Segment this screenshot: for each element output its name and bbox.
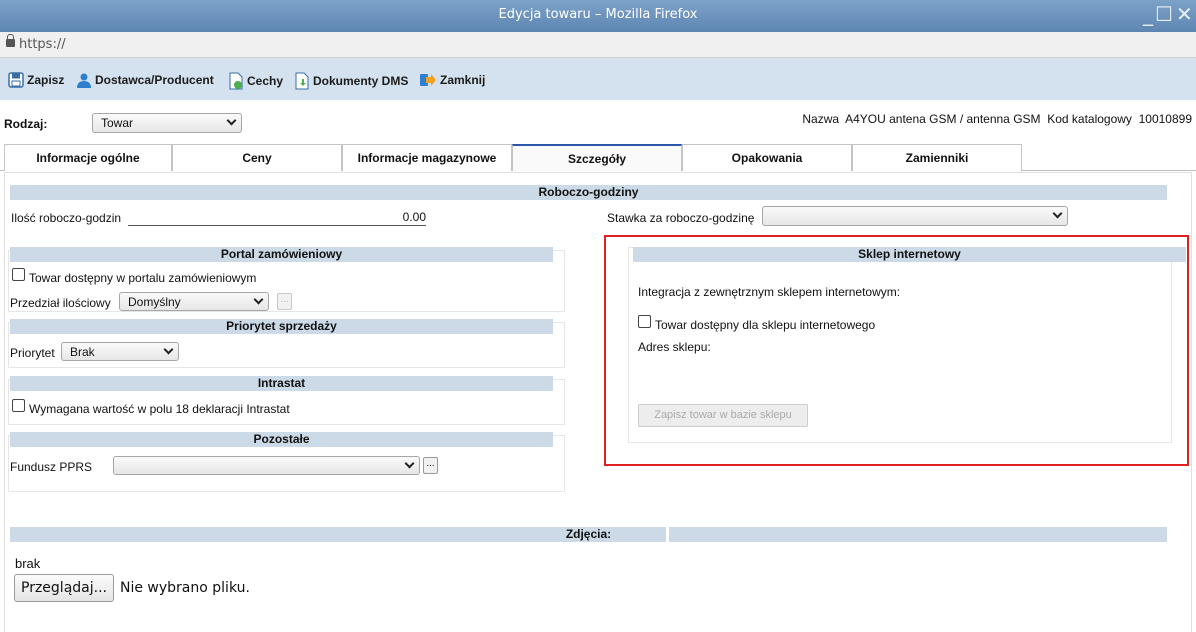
section-pozostale: Pozostałe (10, 432, 553, 447)
supplier-button[interactable]: Dostawca/Producent (76, 72, 214, 90)
window-titlebar: Edycja towaru – Mozilla Firefox _ ☐ ✕ (0, 0, 1196, 32)
intrastat-checkbox[interactable] (12, 399, 25, 412)
minimize-icon[interactable]: _ (1143, 4, 1153, 24)
no-file-text: Nie wybrano pliku. (120, 580, 250, 596)
toolbar: Zapisz Dostawca/Producent Cechy Dokument… (0, 58, 1196, 100)
supplier-label: Dostawca/Producent (95, 73, 214, 87)
person-icon (77, 73, 91, 88)
close-window-icon[interactable]: ✕ (1176, 4, 1193, 24)
ilosc-input[interactable]: 0.00 (128, 208, 426, 226)
fundusz-label: Fundusz PPRS (10, 460, 93, 474)
close-button[interactable]: Zamknij (419, 72, 485, 90)
section-portal: Portal zamówieniowy (10, 247, 553, 262)
save-button[interactable]: Zapisz (8, 72, 64, 90)
przedzial-select[interactable]: Domyślny (119, 292, 269, 311)
ilosc-label: Ilość roboczo-godzin (11, 211, 122, 225)
priorytet-value: Brak (70, 345, 95, 359)
portal-checkbox[interactable] (12, 268, 25, 281)
przedzial-value: Domyślny (128, 295, 181, 309)
section-priorytet: Priorytet sprzedaży (10, 319, 553, 334)
chevron-down-icon (404, 458, 415, 469)
browse-button[interactable]: Przeglądaj... (14, 574, 114, 602)
section-zdjecia: Zdjęcia: (10, 527, 1167, 542)
exit-arrow-icon (420, 74, 436, 86)
features-button[interactable]: Cechy (228, 72, 283, 90)
chevron-down-icon (1052, 208, 1063, 219)
tab-ceny[interactable]: Ceny (172, 144, 342, 171)
zdjecia-value: brak (15, 556, 41, 571)
chevron-down-icon (163, 344, 174, 355)
features-label: Cechy (247, 74, 284, 88)
tab-bar: Informacje ogólne Ceny Informacje magazy… (0, 144, 1196, 171)
highlight-box (604, 235, 1189, 466)
kod-label: Kod katalogowy (1047, 112, 1132, 126)
maximize-icon[interactable]: ☐ (1155, 4, 1173, 24)
save-label: Zapisz (27, 73, 65, 87)
priorytet-select[interactable]: Brak (61, 342, 179, 361)
tab-informacje-ogolne[interactable]: Informacje ogólne (4, 144, 172, 171)
document-arrow-icon (295, 72, 309, 90)
zdjecia-title: Zdjęcia: (565, 527, 612, 541)
intrastat-checkbox-label: Wymagana wartość w polu 18 deklaracji In… (29, 402, 290, 416)
ilosc-value: 0.00 (402, 210, 426, 224)
nazwa-label: Nazwa (802, 112, 840, 126)
documents-label: Dokumenty DMS (313, 74, 409, 88)
chevron-down-icon (253, 294, 264, 305)
tab-opakowania[interactable]: Opakowania (682, 144, 852, 171)
section-roboczo-godziny: Roboczo-godziny (10, 185, 1167, 200)
url-text: https:// (19, 37, 66, 52)
url-bar[interactable]: https:// (0, 32, 1196, 58)
floppy-disk-icon (8, 72, 24, 88)
chevron-down-icon (226, 115, 237, 126)
rodzaj-value: Towar (101, 116, 134, 130)
portal-checkbox-label: Towar dostępny w portalu zamówieniowym (29, 271, 257, 285)
tab-zamienniki[interactable]: Zamienniki (852, 144, 1022, 171)
document-star-icon (229, 72, 243, 90)
product-info: Nazwa A4YOU antena GSM / antenna GSM Kod… (802, 112, 1192, 126)
tab-szczegoly[interactable]: Szczegóły (512, 144, 682, 171)
tab-informacje-magazynowe[interactable]: Informacje magazynowe (342, 144, 512, 171)
zdjecia-divider (666, 527, 669, 542)
kod-value: 10010899 (1138, 112, 1192, 126)
window-title: Edycja towaru – Mozilla Firefox (498, 7, 698, 22)
lock-icon (6, 34, 15, 47)
rodzaj-label: Rodzaj: (4, 117, 48, 131)
nazwa-value: A4YOU antena GSM / antenna GSM (845, 112, 1041, 126)
documents-button[interactable]: Dokumenty DMS (294, 72, 408, 90)
close-label: Zamknij (440, 73, 486, 87)
fundusz-more-button[interactable]: ... (423, 457, 438, 474)
przedzial-more-button[interactable]: ... (277, 293, 292, 310)
section-intrastat: Intrastat (10, 376, 553, 391)
stawka-select[interactable] (762, 206, 1068, 226)
fundusz-select[interactable] (113, 456, 420, 475)
stawka-label: Stawka za roboczo-godzinę (607, 211, 755, 225)
przedzial-label: Przedział ilościowy (10, 296, 111, 310)
rodzaj-select[interactable]: Towar (92, 113, 242, 133)
priorytet-label: Priorytet (10, 346, 55, 360)
